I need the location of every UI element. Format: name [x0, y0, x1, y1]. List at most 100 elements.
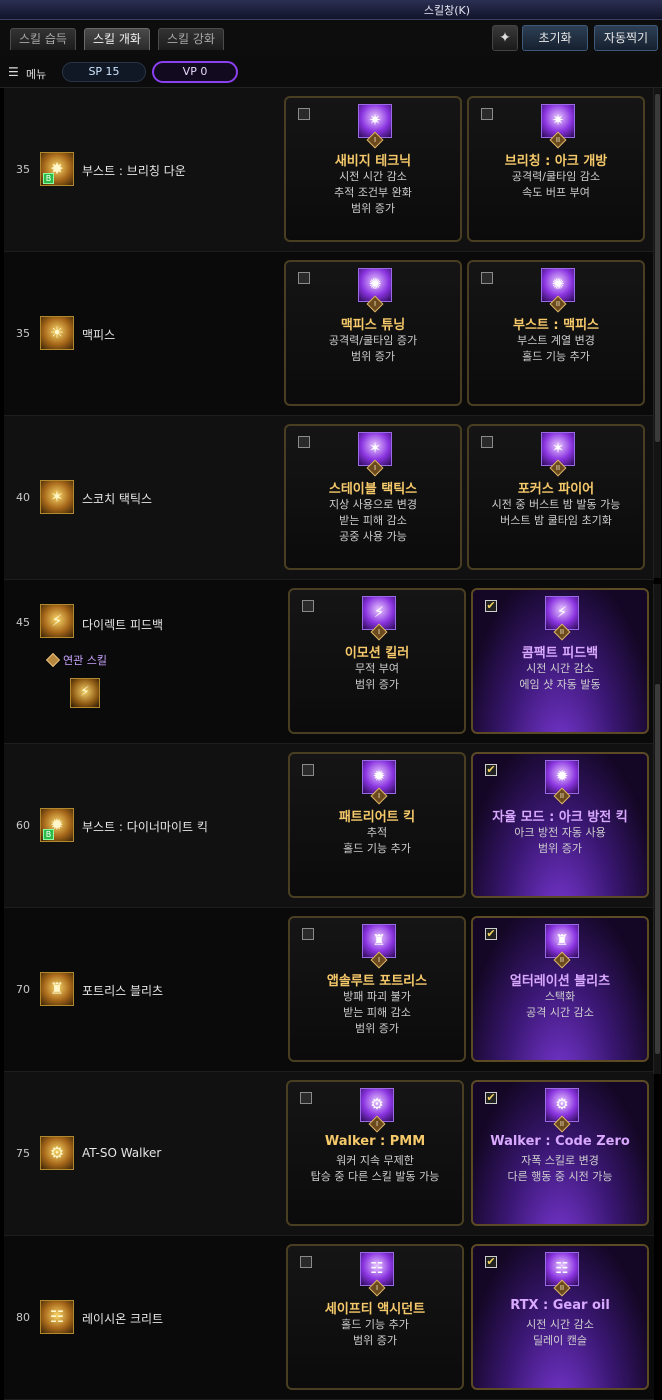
gun-icon: ⚡ — [80, 684, 90, 700]
bloom-option-card-selected[interactable]: ✔ ⚡ II 콤팩트 피드백 시전 시간 감소 에임 샷 자동 발동 — [471, 588, 649, 734]
gatling-icon: ☷ — [49, 1307, 65, 1326]
option-checkbox[interactable] — [298, 436, 310, 448]
option-desc: 홀드 기능 추가 범위 증가 — [341, 1318, 409, 1347]
option-desc: 아크 방전 자동 사용 범위 증가 — [514, 826, 606, 855]
tab-skill-bloom[interactable]: 스킬 개화 — [84, 28, 150, 50]
related-skill-icon[interactable]: ⚡ — [70, 678, 100, 708]
hamburger-icon[interactable]: ☰ — [8, 65, 19, 79]
option-title: 이모션 킬러 — [344, 646, 410, 661]
bloom-option-card[interactable]: ✹ I 패트리어트 킥 추적 홀드 기능 추가 — [288, 752, 466, 898]
skill-level: 80 — [16, 1311, 30, 1324]
option-title: RTX : Gear oil — [510, 1298, 610, 1313]
skill-row: 45 ⚡ 다이렉트 피드백 연관 스킬 ⚡ ⚡ I 이모션 킬러 무적 부여 범위… — [4, 580, 654, 744]
skill-row: 70 ♜ 포트리스 블리츠 ♜ I 앱솔루트 포트리스 방패 파괴 불가 받는 피… — [4, 908, 654, 1072]
skill-row: 60 ✹ B 부스트 : 다이너마이트 킥 ✹ I 패트리어트 킥 추적 홀드 기능… — [4, 744, 654, 908]
bloom-option-card[interactable]: ✷ I 새비지 테크닉 시전 시간 감소 추적 조건부 완화 범위 증가 — [284, 96, 462, 242]
option-checkbox-checked[interactable]: ✔ — [485, 600, 497, 612]
option-checkbox[interactable] — [302, 600, 314, 612]
option-checkbox[interactable] — [481, 108, 493, 120]
skill-name: 스코치 택틱스 — [82, 492, 153, 506]
skill-icon[interactable]: ✶ — [40, 480, 74, 514]
option-checkbox[interactable] — [302, 764, 314, 776]
gun-icon: ⚡ — [51, 611, 63, 630]
auto-assign-button[interactable]: 자동찍기 — [594, 25, 658, 51]
bloom-option-card[interactable]: ✷ II 브리칭 : 아크 개방 공격력/쿨타임 감소 속도 버프 부여 — [467, 96, 645, 242]
menu-label[interactable]: 메뉴 — [26, 66, 46, 82]
option-checkbox-checked[interactable]: ✔ — [485, 1256, 497, 1268]
skill-icon[interactable]: ✹ B — [40, 808, 74, 842]
scrollbar-upper[interactable] — [653, 88, 661, 578]
skill-name: 포트리스 블리츠 — [82, 984, 164, 998]
skill-icon[interactable]: ♜ — [40, 972, 74, 1006]
gun-icon: ⚡ — [373, 603, 385, 621]
skill-row: 35 ✸ B 부스트 : 브리칭 다운 ✷ I 새비지 테크닉 시전 시간 감소 추… — [4, 88, 654, 252]
option-checkbox-checked[interactable]: ✔ — [485, 928, 497, 940]
skill-icon[interactable]: ☷ — [40, 1300, 74, 1334]
option-checkbox[interactable] — [300, 1092, 312, 1104]
skill-name: 부스트 : 브리칭 다운 — [82, 164, 186, 178]
gatling-icon: ☷ — [555, 1259, 569, 1277]
tab-skill-enhance[interactable]: 스킬 강화 — [158, 28, 224, 50]
bloom-option-card[interactable]: ✶ II 포커스 파이어 시전 중 버스트 밤 발동 가능 버스트 밤 쿨타임 초… — [467, 424, 645, 570]
bloom-option-card-selected[interactable]: ✔ ✹ II 자율 모드 : 아크 방전 킥 아크 방전 자동 사용 범위 증가 — [471, 752, 649, 898]
bloom-option-card-selected[interactable]: ✔ ♜ II 얼터레이션 블리츠 스택화 공격 시간 감소 — [471, 916, 649, 1062]
window-title: 스킬창(K) — [423, 4, 470, 17]
skill-level: 35 — [16, 163, 30, 176]
option-checkbox[interactable] — [300, 1256, 312, 1268]
option-title: 스테이블 택틱스 — [328, 482, 418, 497]
bloom-option-card[interactable]: ♜ I 앱솔루트 포트리스 방패 파괴 불가 받는 피해 감소 범위 증가 — [288, 916, 466, 1062]
sun-icon: ✺ — [551, 275, 565, 293]
window-titlebar: 스킬창(K) — [0, 0, 662, 20]
option-checkbox[interactable] — [298, 272, 310, 284]
pin-button[interactable]: ✦ — [492, 25, 518, 51]
boost-icon: ✷ — [551, 111, 565, 129]
option-checkbox[interactable] — [481, 436, 493, 448]
kick-icon: ✹ — [372, 767, 386, 785]
bloom-option-card[interactable]: ✺ I 맥피스 튜닝 공격력/쿨타임 증가 범위 증가 — [284, 260, 462, 406]
option-desc: 자폭 스킬로 변경 다른 행동 중 시전 가능 — [507, 1154, 613, 1183]
option-desc: 방패 파괴 불가 받는 피해 감소 범위 증가 — [343, 990, 411, 1035]
option-checkbox-checked[interactable]: ✔ — [485, 1092, 497, 1104]
gatling-icon: ☷ — [370, 1259, 384, 1277]
skill-icon[interactable]: ✸ B — [40, 152, 74, 186]
skill-icon[interactable]: ⚙ — [40, 1136, 74, 1170]
bloom-option-card[interactable]: ⚡ I 이모션 킬러 무적 부여 범위 증가 — [288, 588, 466, 734]
skill-icon[interactable]: ⚡ — [40, 604, 74, 638]
tab-bar: 스킬 습득 스킬 개화 스킬 강화 ✦ 초기화 자동찍기 — [0, 20, 662, 56]
option-desc: 시전 중 버스트 밤 발동 가능 버스트 밤 쿨타임 초기화 — [491, 498, 621, 527]
option-title: 앱솔루트 포트리스 — [326, 974, 428, 989]
sun-icon: ✺ — [368, 275, 382, 293]
tab-skill-learn[interactable]: 스킬 습득 — [10, 28, 76, 50]
walker-icon: ⚙ — [49, 1143, 65, 1162]
option-title: Walker : Code Zero — [490, 1134, 630, 1149]
pin-icon: ✦ — [499, 30, 511, 46]
scorch-icon: ✶ — [50, 487, 64, 506]
option-checkbox[interactable] — [302, 928, 314, 940]
reset-button[interactable]: 초기화 — [522, 25, 588, 51]
scrollbar-thumb[interactable] — [655, 684, 660, 1054]
skill-icon[interactable]: ☀ — [40, 316, 74, 350]
option-desc: 공격력/쿨타임 감소 속도 버프 부여 — [511, 170, 601, 199]
bloom-option-card-selected[interactable]: ✔ ⚙ II Walker : Code Zero 자폭 스킬로 변경 다른 행동… — [471, 1080, 649, 1226]
skill-level: 35 — [16, 327, 30, 340]
option-desc: 무적 부여 범위 증가 — [355, 662, 399, 691]
bloom-option-card-selected[interactable]: ✔ ☷ II RTX : Gear oil 시전 시간 감소 딜레이 캔슬 — [471, 1244, 649, 1390]
scrollbar-middle[interactable] — [653, 584, 661, 1074]
option-checkbox-checked[interactable]: ✔ — [485, 764, 497, 776]
skill-name: 다이렉트 피드백 — [82, 618, 164, 632]
bloom-option-card[interactable]: ☷ I 세이프티 액시던트 홀드 기능 추가 범위 증가 — [286, 1244, 464, 1390]
option-title: 콤팩트 피드백 — [521, 646, 599, 661]
skill-level: 45 — [16, 616, 30, 629]
diamond-icon — [45, 652, 61, 668]
bloom-option-card[interactable]: ⚙ I Walker : PMM 워커 지속 무제한 탑승 중 다른 스킬 발동 … — [286, 1080, 464, 1226]
option-checkbox[interactable] — [481, 272, 493, 284]
option-title: 세이프티 액시던트 — [324, 1302, 426, 1317]
bloom-option-card[interactable]: ✺ II 부스트 : 맥피스 부스트 계열 변경 홀드 기능 추가 — [467, 260, 645, 406]
bloom-option-card[interactable]: ✶ I 스테이블 택틱스 지상 사용으로 변경 받는 피해 감소 공중 사용 가능 — [284, 424, 462, 570]
boost-icon: ✷ — [368, 111, 382, 129]
option-title: 패트리어트 킥 — [338, 810, 416, 825]
scrollbar-thumb[interactable] — [655, 94, 660, 442]
option-title: Walker : PMM — [324, 1134, 426, 1149]
menu-bar: ☰ 메뉴 SP 15 VP 0 — [0, 56, 662, 88]
option-checkbox[interactable] — [298, 108, 310, 120]
